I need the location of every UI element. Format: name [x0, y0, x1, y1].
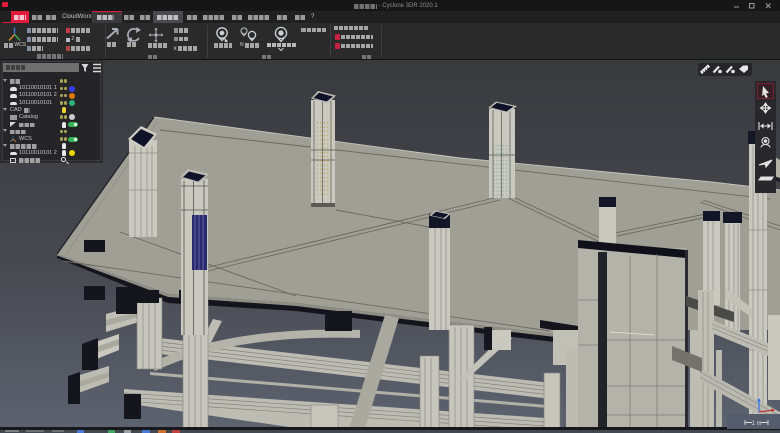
svg-text:1 m: 1 m [751, 421, 761, 427]
